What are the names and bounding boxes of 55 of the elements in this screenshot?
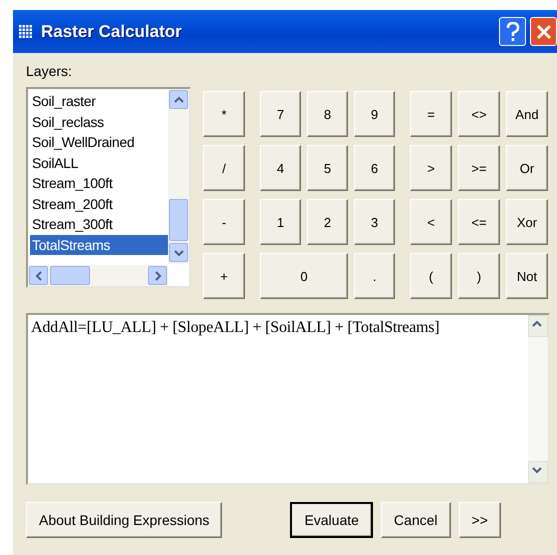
keypad-key[interactable]: / bbox=[203, 145, 245, 191]
layer-item[interactable]: Soil_raster bbox=[30, 91, 168, 112]
keypad-key[interactable]: 2 bbox=[307, 199, 348, 245]
keypad-key[interactable]: = bbox=[410, 91, 452, 137]
keypad-key[interactable]: >= bbox=[458, 145, 500, 191]
keypad-key[interactable]: < bbox=[410, 199, 452, 245]
keypad-key[interactable]: 1 bbox=[260, 199, 301, 245]
keypad-key[interactable]: 4 bbox=[260, 145, 301, 191]
keypad-key[interactable]: ) bbox=[458, 253, 500, 299]
keypad-key[interactable]: Or bbox=[506, 145, 548, 191]
scroll-left-icon[interactable] bbox=[29, 266, 48, 285]
dialog-button[interactable]: Evaluate bbox=[290, 502, 373, 538]
keypad-key[interactable]: 9 bbox=[354, 91, 395, 137]
keypad-key[interactable]: + bbox=[203, 253, 245, 299]
keypad-key[interactable]: 3 bbox=[354, 199, 395, 245]
dialog-button[interactable]: >> bbox=[458, 502, 501, 538]
layer-item[interactable]: Stream_200ft bbox=[30, 194, 168, 214]
help-icon bbox=[506, 22, 520, 42]
window-title: Raster Calculator bbox=[41, 22, 183, 42]
layer-item[interactable]: Stream_300ft bbox=[30, 214, 168, 234]
layer-item[interactable]: SoilALL bbox=[30, 152, 168, 173]
keypad-key[interactable]: > bbox=[410, 145, 452, 191]
help-button[interactable] bbox=[499, 17, 526, 46]
dialog-button[interactable]: About Building Expressions bbox=[26, 502, 222, 538]
grid-icon bbox=[19, 24, 33, 38]
keypad-key[interactable]: 0 bbox=[260, 253, 348, 299]
keypad-key[interactable]: 7 bbox=[260, 91, 301, 137]
keypad-key[interactable]: Xor bbox=[506, 199, 548, 245]
layer-item[interactable]: Stream_100ft bbox=[30, 173, 168, 194]
scroll-thumb[interactable] bbox=[169, 199, 188, 241]
layer-item[interactable]: Soil_reclass bbox=[30, 112, 168, 132]
keypad-key[interactable]: * bbox=[203, 91, 245, 137]
expression-field[interactable]: AddAll=[LU_ALL] + [SlopeALL] + [SoilALL] + [TotalStreams] bbox=[26, 313, 550, 485]
scroll-up-icon[interactable] bbox=[169, 90, 188, 109]
close-button[interactable] bbox=[530, 17, 557, 46]
scroll-right-icon[interactable] bbox=[148, 266, 167, 285]
keypad-key[interactable]: And bbox=[506, 91, 548, 137]
scroll-up-icon[interactable] bbox=[528, 315, 548, 337]
layer-item[interactable]: TotalStreams bbox=[30, 234, 168, 255]
keypad-key[interactable]: <> bbox=[458, 91, 500, 137]
keypad-key[interactable]: <= bbox=[458, 199, 500, 245]
layers-label: Layers: bbox=[26, 63, 73, 81]
keypad-key[interactable]: - bbox=[203, 199, 245, 245]
scroll-down-icon[interactable] bbox=[528, 461, 548, 483]
layer-item[interactable]: Soil_WellDrained bbox=[30, 132, 168, 152]
scroll-down-icon[interactable] bbox=[169, 243, 188, 262]
dialog-button[interactable]: Cancel bbox=[380, 502, 451, 538]
keypad-key[interactable]: 5 bbox=[307, 145, 348, 191]
keypad-key[interactable]: 6 bbox=[354, 145, 395, 191]
keypad-key[interactable]: . bbox=[354, 253, 395, 299]
keypad-key[interactable]: ( bbox=[410, 253, 452, 299]
scroll-thumb[interactable] bbox=[50, 266, 90, 285]
close-icon bbox=[536, 24, 552, 40]
keypad-key[interactable]: Not bbox=[506, 253, 548, 299]
keypad-key[interactable]: 8 bbox=[307, 91, 348, 137]
